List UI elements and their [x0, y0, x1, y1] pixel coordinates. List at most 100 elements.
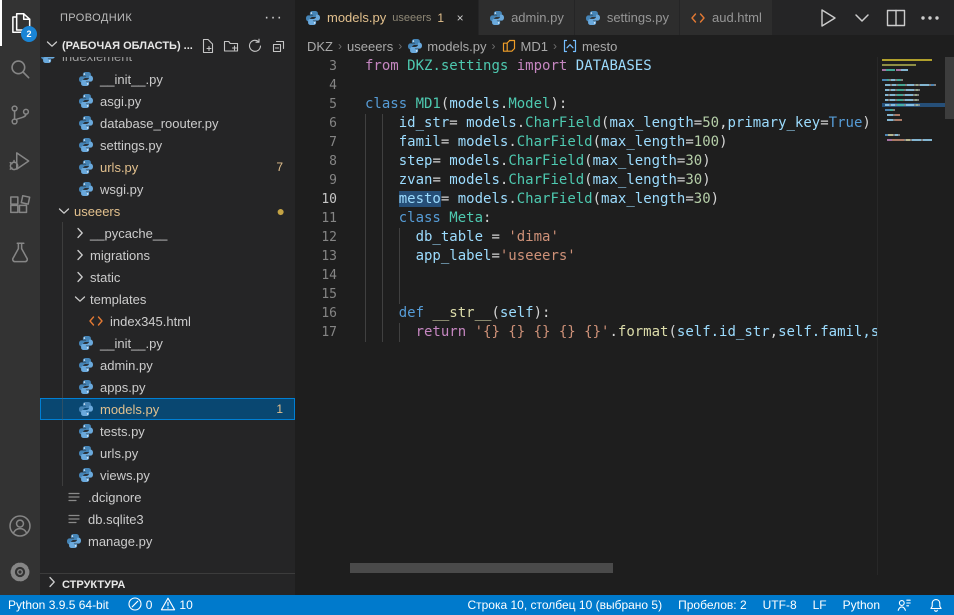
code-line-14[interactable]: 14 — [295, 266, 877, 285]
code-token: = — [685, 191, 693, 207]
code-line-4[interactable]: 4 — [295, 76, 877, 95]
breadcrumb-DKZ[interactable]: DKZ — [307, 39, 333, 54]
tree-item-db-sqlite3[interactable]: db.sqlite3 — [40, 508, 295, 530]
tree-item-migrations[interactable]: migrations — [40, 244, 295, 266]
code-line-6[interactable]: 6 id_str= models.CharField(max_length=50… — [295, 114, 877, 133]
tree-item-index345-html[interactable]: index345.html — [40, 310, 295, 332]
tree-item-urls-py[interactable]: urls.py — [40, 442, 295, 464]
accounts-activity-icon[interactable] — [0, 503, 40, 549]
explorer-more-actions-icon[interactable]: ··· — [264, 9, 283, 27]
settings-activity-icon[interactable] — [0, 549, 40, 595]
code-line-3[interactable]: 3from DKZ.settings import DATABASES — [295, 57, 877, 76]
tree-item-useeers[interactable]: useeers● — [40, 200, 295, 222]
tree-item-models-py[interactable]: models.py1 — [40, 398, 295, 420]
tree-item--pycache-[interactable]: __pycache__ — [40, 222, 295, 244]
refresh-icon[interactable] — [247, 38, 263, 54]
minimap[interactable] — [877, 57, 945, 575]
code-line-13[interactable]: 13 app_label='useeers' — [295, 247, 877, 266]
code-line-17[interactable]: 17 return '{} {} {} {} {}'.format(self.i… — [295, 323, 877, 342]
extensions-activity-icon[interactable] — [0, 184, 40, 230]
split-editor-icon[interactable] — [884, 6, 908, 30]
tree-item-clipped[interactable]: indexlement — [40, 57, 295, 67]
tab-settings.py[interactable]: settings.py — [575, 0, 680, 35]
tree-item-urls-py[interactable]: urls.py7 — [40, 156, 295, 178]
tree-item-label: models.py — [100, 402, 159, 417]
feedback-icon[interactable] — [896, 597, 912, 613]
breadcrumb-MD1[interactable]: MD1 — [501, 38, 548, 54]
tree-item-views-py[interactable]: views.py — [40, 464, 295, 486]
code-token: ( — [668, 324, 676, 340]
tree-item-static[interactable]: static — [40, 266, 295, 288]
code-editor[interactable]: 3from DKZ.settings import DATABASES45cla… — [295, 57, 877, 575]
tree-item-tests-py[interactable]: tests.py — [40, 420, 295, 442]
indent-guide — [365, 209, 366, 228]
code-token: . — [508, 191, 516, 207]
encoding[interactable]: UTF-8 — [763, 598, 797, 612]
eol-sequence[interactable]: LF — [813, 598, 827, 612]
code-line-8[interactable]: 8 step= models.CharField(max_length=30) — [295, 152, 877, 171]
structure-section-header[interactable]: СТРУКТУРА — [40, 573, 295, 595]
problems-badge: 7 — [276, 160, 283, 174]
tree-item--init-py[interactable]: __init__.py — [40, 332, 295, 354]
close-icon[interactable]: × — [452, 11, 468, 25]
tree-item--dcignore[interactable]: .dcignore — [40, 486, 295, 508]
tree-item-asgi-py[interactable]: asgi.py — [40, 90, 295, 112]
run-dropdown-icon[interactable] — [850, 6, 874, 30]
tree-item-templates[interactable]: templates — [40, 288, 295, 310]
new-folder-icon[interactable] — [223, 38, 239, 54]
code-token: = — [491, 248, 499, 264]
cursor-position[interactable]: Строка 10, столбец 10 (выбрано 5) — [467, 598, 662, 612]
workspace-section-header[interactable]: (РАБОЧАЯ ОБЛАСТЬ) ... — [40, 35, 295, 57]
problems-indicator[interactable]: 0 10 — [127, 596, 193, 615]
source-control-activity-icon[interactable] — [0, 92, 40, 138]
run-icon[interactable] — [816, 6, 840, 30]
tab-models.py[interactable]: models.pyuseeers1× — [295, 0, 479, 35]
tab-admin.py[interactable]: admin.py — [479, 0, 575, 35]
tree-item-admin-py[interactable]: admin.py — [40, 354, 295, 376]
indent-guide — [365, 114, 366, 133]
tree-item-manage-py[interactable]: manage.py — [40, 530, 295, 552]
code-line-5[interactable]: 5class MD1(models.Model): — [295, 95, 877, 114]
tab-aud.html[interactable]: aud.html — [680, 0, 773, 35]
code-line-9[interactable]: 9 zvan= models.CharField(max_length=30) — [295, 171, 877, 190]
indent-guide — [62, 222, 63, 486]
tree-item-apps-py[interactable]: apps.py — [40, 376, 295, 398]
vertical-scrollbar[interactable] — [945, 57, 954, 119]
line-number: 6 — [295, 114, 337, 133]
indentation[interactable]: Пробелов: 2 — [678, 598, 747, 612]
more-actions-icon[interactable] — [918, 6, 942, 30]
breadcrumb-useeers[interactable]: useeers — [347, 39, 393, 54]
python-icon — [78, 357, 94, 373]
code-token: CharField — [525, 115, 601, 131]
code-line-15[interactable]: 15 — [295, 285, 877, 304]
tree-item-database-roouter-py[interactable]: database_roouter.py — [40, 112, 295, 134]
python-icon — [78, 467, 94, 483]
code-line-11[interactable]: 11 class Meta: — [295, 209, 877, 228]
collapse-all-icon[interactable] — [271, 38, 287, 54]
code-line-16[interactable]: 16 def __str__(self): — [295, 304, 877, 323]
run-debug-activity-icon[interactable] — [0, 138, 40, 184]
line-number: 5 — [295, 95, 337, 114]
tree-item--init-py[interactable]: __init__.py — [40, 68, 295, 90]
tree-item-settings-py[interactable]: settings.py — [40, 134, 295, 156]
search-activity-icon[interactable] — [0, 46, 40, 92]
code-token: max_length — [593, 172, 677, 188]
explorer-activity-icon[interactable]: 2 — [0, 0, 40, 46]
tree-item-wsgi-py[interactable]: wsgi.py — [40, 178, 295, 200]
testing-activity-icon[interactable] — [0, 230, 40, 276]
indent-guide — [399, 266, 400, 285]
code-token — [365, 324, 416, 340]
code-line-12[interactable]: 12 db_table = 'dima' — [295, 228, 877, 247]
breadcrumb-mesto[interactable]: mesto — [562, 38, 617, 54]
horizontal-scrollbar[interactable] — [350, 563, 613, 573]
code-token: , — [719, 115, 727, 131]
breadcrumb-models.py[interactable]: models.py — [407, 38, 486, 54]
line-number: 8 — [295, 152, 337, 171]
line-number: 3 — [295, 57, 337, 76]
new-file-icon[interactable] — [199, 38, 215, 54]
language-mode[interactable]: Python — [843, 598, 880, 612]
code-line-7[interactable]: 7 famil= models.CharField(max_length=100… — [295, 133, 877, 152]
python-interpreter[interactable]: Python 3.9.5 64-bit — [8, 598, 109, 612]
notifications-bell-icon[interactable] — [928, 597, 944, 613]
code-line-10[interactable]: 10 mesto= models.CharField(max_length=30… — [295, 190, 877, 209]
